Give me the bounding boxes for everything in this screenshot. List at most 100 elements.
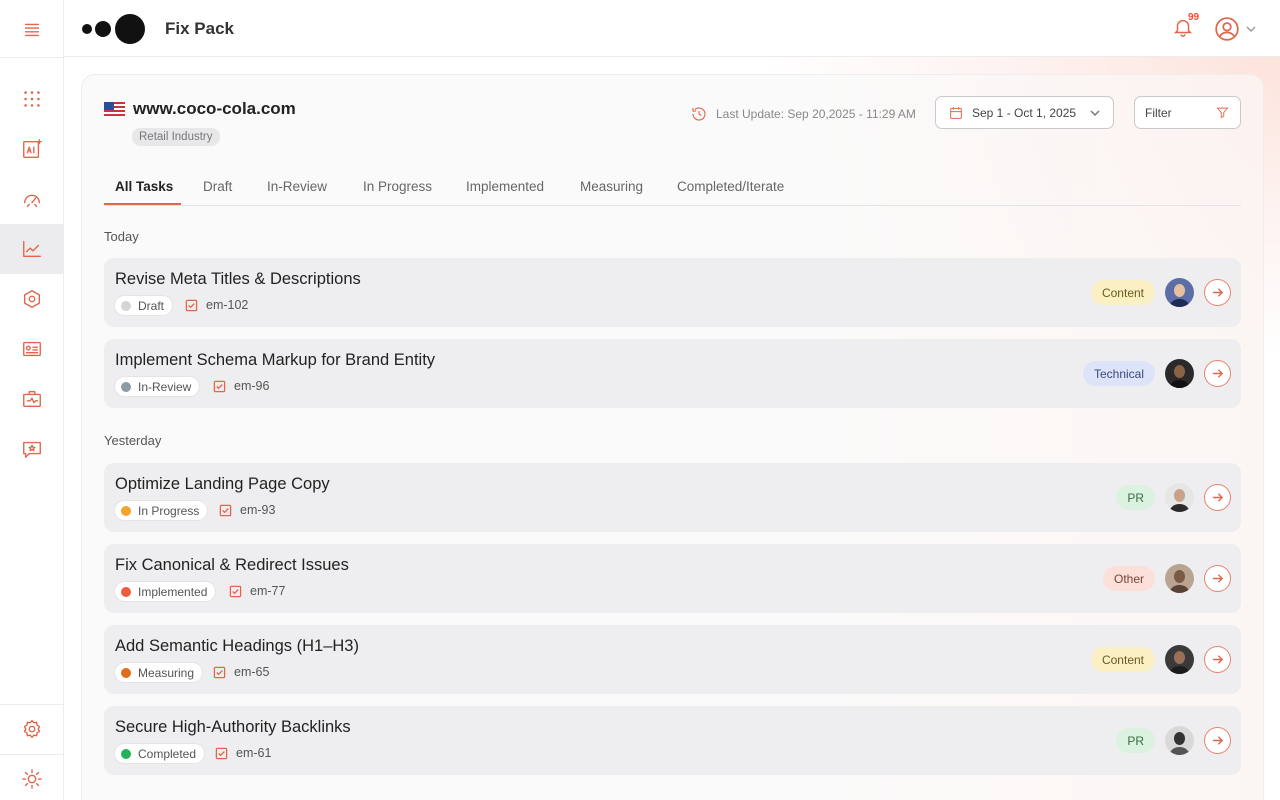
assignee-avatar — [1165, 359, 1194, 388]
task-row[interactable]: Optimize Landing Page Copy In Progress e… — [104, 463, 1241, 532]
us-flag-icon — [104, 102, 125, 116]
task-id-text: em-77 — [250, 584, 286, 598]
open-task-button[interactable] — [1204, 279, 1231, 306]
arrow-right-icon — [1212, 288, 1224, 297]
task-id: em-93 — [219, 503, 275, 517]
status-dot — [121, 748, 131, 759]
site-name: www.coco-cola.com — [133, 99, 296, 118]
category-tag: Technical — [1082, 361, 1155, 386]
tab-draft[interactable]: Draft — [203, 179, 232, 194]
arrow-right-icon — [1212, 493, 1224, 502]
arrow-right-icon — [1212, 369, 1224, 378]
task-id: em-96 — [213, 379, 269, 393]
task-row[interactable]: Add Semantic Headings (H1–H3) Measuring … — [104, 625, 1241, 694]
status-label: In Progress — [138, 503, 200, 518]
id-card-icon — [23, 341, 41, 357]
status-label: In-Review — [138, 379, 192, 394]
open-task-button[interactable] — [1204, 727, 1231, 754]
page-title: Fix Pack — [165, 19, 234, 38]
assignee-avatar — [1165, 564, 1194, 593]
tab-in-review[interactable]: In-Review — [267, 179, 327, 194]
assignee-avatar — [1165, 278, 1194, 307]
tab-measuring[interactable]: Measuring — [580, 179, 643, 194]
task-row[interactable]: Secure High-Authority Backlinks Complete… — [104, 706, 1241, 775]
chevron-down-icon — [1246, 26, 1256, 33]
checkbox-icon — [213, 380, 226, 392]
tab-completed-iterate[interactable]: Completed/Iterate — [677, 179, 784, 194]
briefcase-pulse-icon — [23, 390, 41, 408]
task-row[interactable]: Revise Meta Titles & Descriptions Draft … — [104, 258, 1241, 327]
task-id-text: em-93 — [240, 503, 276, 517]
user-menu-button[interactable] — [1214, 15, 1258, 43]
group-yesterday: Yesterday — [104, 433, 162, 448]
fix-pack-panel: www.coco-cola.com Retail Industry Last U… — [81, 74, 1264, 800]
task-id: em-77 — [229, 584, 285, 598]
menu-icon — [24, 23, 40, 37]
status-label: Implemented — [138, 584, 208, 599]
task-title: Revise Meta Titles & Descriptions — [115, 270, 361, 288]
tab-in-progress[interactable]: In Progress — [363, 179, 432, 194]
site-header: www.coco-cola.com — [104, 99, 296, 119]
assignee-avatar — [1165, 726, 1194, 755]
task-title: Optimize Landing Page Copy — [115, 475, 330, 493]
status-badge: In Progress — [114, 500, 209, 521]
group-today: Today — [104, 229, 139, 244]
last-update: Last Update: Sep 20,2025 - 11:29 AM — [690, 105, 916, 123]
status-dot — [121, 667, 131, 678]
grid-dots-icon — [24, 91, 40, 107]
tab-all-tasks[interactable]: All Tasks — [115, 179, 173, 194]
sidebar — [0, 0, 64, 800]
checkbox-icon — [185, 299, 198, 311]
status-label: Measuring — [138, 665, 195, 680]
sidebar-item-feedback[interactable] — [0, 424, 64, 474]
menu-button[interactable] — [0, 4, 64, 54]
arrow-right-icon — [1212, 655, 1224, 664]
status-badge: Draft — [114, 295, 174, 316]
open-task-button[interactable] — [1204, 360, 1231, 387]
checkbox-icon — [229, 585, 242, 597]
checkbox-icon — [213, 666, 226, 678]
sidebar-item-analytics[interactable] — [0, 224, 64, 274]
refresh-clock-icon — [692, 107, 706, 121]
status-dot — [121, 586, 131, 597]
status-badge: Measuring — [114, 662, 204, 683]
gauge-icon — [23, 194, 41, 208]
active-tab-indicator — [104, 203, 181, 205]
task-title: Add Semantic Headings (H1–H3) — [115, 637, 359, 655]
assignee-avatar — [1165, 645, 1194, 674]
task-title: Implement Schema Markup for Brand Entity — [115, 351, 436, 369]
status-dot — [121, 381, 131, 392]
sidebar-item-settings[interactable] — [0, 704, 64, 754]
date-range-value: Sep 1 - Oct 1, 2025 — [972, 105, 1077, 120]
sidebar-item-portfolio[interactable] — [0, 374, 64, 424]
category-tag: Other — [1102, 566, 1155, 591]
status-badge: Implemented — [114, 581, 217, 602]
chevron-down-icon — [1090, 109, 1100, 116]
last-update-text: Last Update: Sep 20,2025 - 11:29 AM — [716, 107, 916, 121]
sidebar-item-optimization[interactable] — [0, 274, 64, 324]
category-tag: PR — [1116, 728, 1155, 753]
task-row[interactable]: Fix Canonical & Redirect Issues Implemen… — [104, 544, 1241, 613]
open-task-button[interactable] — [1204, 565, 1231, 592]
sidebar-item-profiles[interactable] — [0, 324, 64, 374]
task-id-text: em-102 — [206, 298, 249, 312]
notifications-button[interactable]: 99 — [1172, 12, 1199, 40]
filter-label: Filter — [1145, 105, 1172, 120]
status-badge: In-Review — [114, 376, 201, 397]
sidebar-item-dashboard[interactable] — [0, 74, 64, 124]
open-task-button[interactable] — [1204, 646, 1231, 673]
open-task-button[interactable] — [1204, 484, 1231, 511]
sun-icon — [22, 769, 42, 789]
task-row[interactable]: Implement Schema Markup for Brand Entity… — [104, 339, 1241, 408]
category-tag: Content — [1090, 280, 1155, 305]
tab-implemented[interactable]: Implemented — [466, 179, 544, 194]
filter-button[interactable]: Filter — [1134, 96, 1241, 129]
theme-toggle[interactable] — [0, 754, 64, 800]
assignee-avatar — [1165, 483, 1194, 512]
sidebar-item-performance[interactable] — [0, 174, 64, 224]
date-range-picker[interactable]: Sep 1 - Oct 1, 2025 — [935, 96, 1114, 129]
task-title: Secure High-Authority Backlinks — [115, 718, 351, 736]
user-avatar-icon — [1215, 17, 1239, 41]
sidebar-item-ai[interactable] — [0, 124, 64, 174]
checkbox-icon — [215, 747, 228, 759]
